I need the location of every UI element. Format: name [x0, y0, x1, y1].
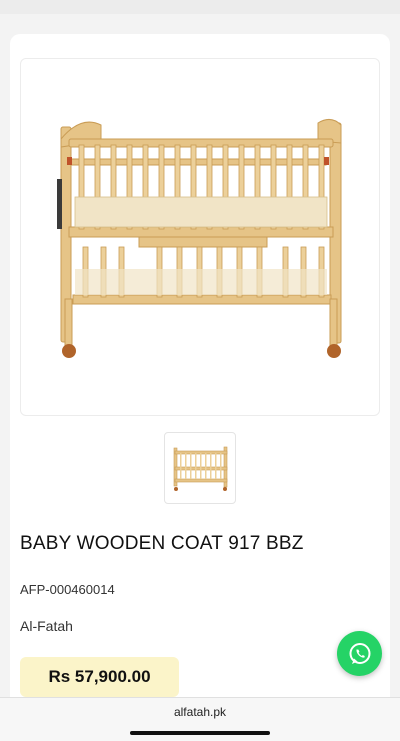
product-sku: AFP-000460014	[20, 582, 115, 597]
product-brand[interactable]: Al-Fatah	[20, 618, 73, 634]
crib-thumbnail-illustration	[173, 446, 228, 491]
product-price: Rs 57,900.00	[48, 667, 151, 686]
status-strip	[0, 0, 400, 14]
home-indicator[interactable]	[130, 731, 270, 735]
price-badge: Rs 57,900.00	[20, 657, 179, 697]
crib-illustration	[57, 119, 342, 358]
whatsapp-chat-button[interactable]	[337, 631, 382, 676]
browser-address-bar[interactable]: alfatah.pk	[0, 697, 400, 741]
whatsapp-icon	[349, 642, 370, 664]
product-title: BABY WOODEN COAT 917 BBZ	[20, 533, 304, 554]
product-thumbnail[interactable]	[164, 432, 236, 504]
url-text[interactable]: alfatah.pk	[0, 705, 400, 719]
product-main-image[interactable]	[20, 58, 380, 416]
